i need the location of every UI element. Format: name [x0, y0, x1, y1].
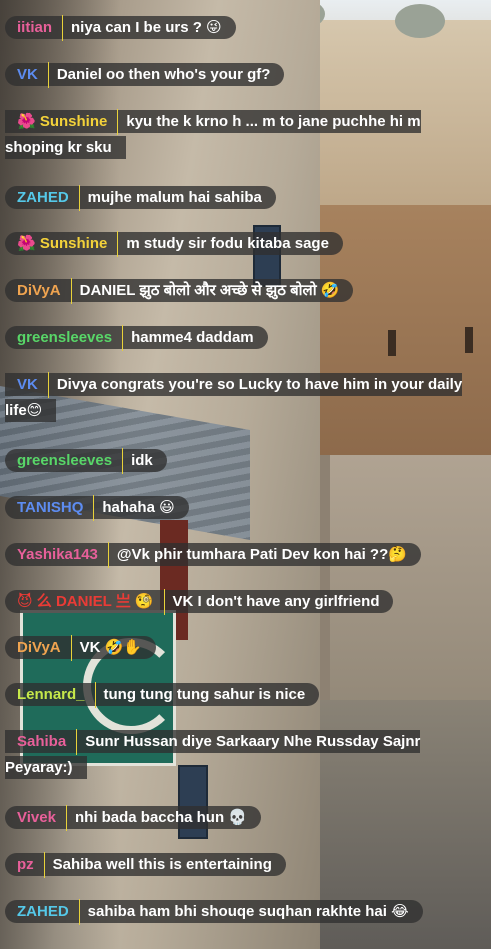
- chat-text: VK I don't have any girlfriend: [172, 593, 380, 610]
- chat-username: 😈 么 DANIEL 亗 🧐: [5, 589, 165, 615]
- chat-username: pz: [5, 852, 45, 878]
- chat-message: Yashika143 @Vk phir tumhara Pati Dev kon …: [5, 542, 475, 568]
- chat-username: VK: [5, 62, 49, 88]
- chat-message: ZAHED mujhe malum hai sahiba: [5, 185, 475, 211]
- chat-message: DiVyA DANIEL झुठ बोलो और अच्छे से झुठ बोल…: [5, 278, 475, 304]
- chat-text: Daniel oo then who's your gf?: [56, 66, 271, 83]
- chat-text: niya can I be urs ? 😜: [71, 19, 222, 36]
- chat-username: 🌺 Sunshine: [5, 109, 119, 135]
- chat-text: nhi bada baccha hun 💀: [74, 809, 247, 826]
- chat-text: VK 🤣✋: [79, 639, 142, 656]
- chat-message: Sahiba Sunr Hussan diye Sarkaary Nhe Russ…: [5, 729, 475, 781]
- chat-text: mujhe malum hai sahiba: [87, 189, 262, 206]
- chat-message: DiVyA VK 🤣✋: [5, 635, 475, 661]
- chat-username: iitian: [5, 15, 64, 41]
- chat-text: idk: [131, 452, 153, 469]
- chat-message: Vivek nhi bada baccha hun 💀: [5, 805, 475, 831]
- chat-message: 🌺 Sunshine m study sir fodu kitaba sage: [5, 231, 475, 257]
- chat-text: hahaha 😃: [102, 499, 175, 516]
- chat-message: TANISHQ hahaha 😃: [5, 495, 475, 521]
- chat-username: ZAHED: [5, 185, 80, 211]
- chat-text: tung tung tung sahur is nice: [103, 686, 306, 703]
- chat-username: Vivek: [5, 805, 67, 831]
- chat-username: DiVyA: [5, 635, 72, 661]
- chat-username: greensleeves: [5, 448, 124, 474]
- chat-username: greensleeves: [5, 325, 124, 351]
- chat-message: iitian niya can I be urs ? 😜: [5, 15, 475, 41]
- chat-text: @Vk phir tumhara Pati Dev kon hai ??🤔: [116, 546, 407, 563]
- chat-message: greensleeves idk: [5, 448, 475, 474]
- chat-username: ZAHED: [5, 899, 80, 925]
- chat-text: hamme4 daddam: [131, 329, 254, 346]
- chat-message: 🌺 Sunshine kyu the k krno h ... m to jane…: [5, 109, 475, 161]
- chat-text: sahiba ham bhi shouqe suqhan rakhte hai …: [87, 903, 409, 920]
- chat-message: Lennard_ tung tung tung sahur is nice: [5, 682, 475, 708]
- chat-text: DANIEL झुठ बोलो और अच्छे से झुठ बोलो 🤣: [79, 282, 340, 299]
- chat-username: VK: [5, 372, 49, 398]
- chat-username: DiVyA: [5, 278, 72, 304]
- chat-text: m study sir fodu kitaba sage: [126, 235, 329, 252]
- chat-message: 😈 么 DANIEL 亗 🧐 VK I don't have any girlfr…: [5, 589, 475, 615]
- chat-message: VK Daniel oo then who's your gf?: [5, 62, 475, 88]
- chat-message: VK Divya congrats you're so Lucky to have…: [5, 372, 475, 424]
- chat-text: Sahiba well this is entertaining: [52, 856, 272, 873]
- chat-username: Lennard_: [5, 682, 96, 708]
- chat-username: Yashika143: [5, 542, 109, 568]
- chat-username: 🌺 Sunshine: [5, 231, 119, 257]
- chat-overlay: iitian niya can I be urs ? 😜 VK Daniel oo …: [0, 0, 491, 949]
- chat-message: greensleeves hamme4 daddam: [5, 325, 475, 351]
- chat-username: TANISHQ: [5, 495, 95, 521]
- chat-message: pz Sahiba well this is entertaining: [5, 852, 475, 878]
- chat-message: ZAHED sahiba ham bhi shouqe suqhan rakhte…: [5, 899, 475, 925]
- chat-username: Sahiba: [5, 729, 78, 755]
- chat-text: Divya congrats you're so Lucky to have h…: [5, 376, 463, 419]
